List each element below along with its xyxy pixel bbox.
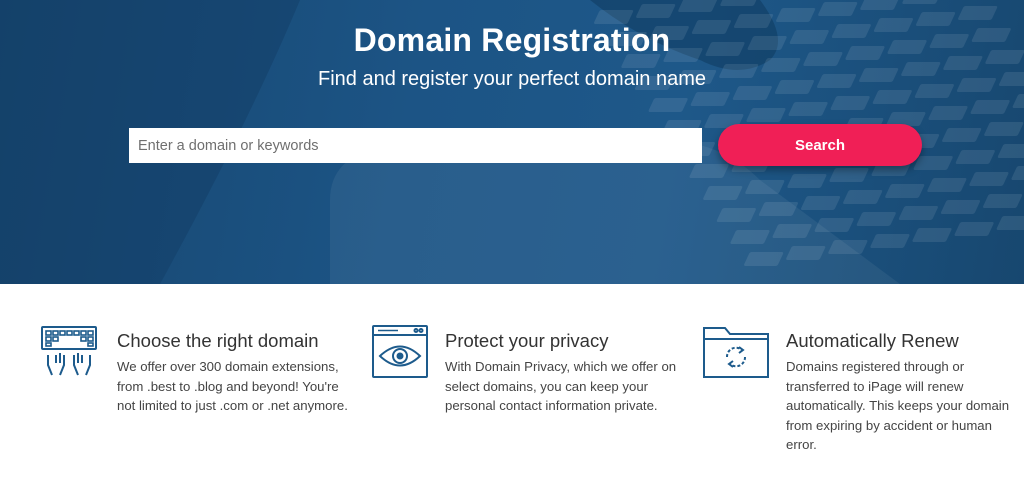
keyboard-key-shape: [636, 4, 676, 18]
feature-description: Domains registered through or transferre…: [786, 359, 1010, 452]
keyboard-key-shape: [872, 90, 912, 104]
keyboard-key-shape: [788, 102, 828, 116]
keyboard-key-shape: [678, 0, 718, 12]
keyboard-key-shape: [860, 0, 900, 10]
keyboard-key-shape: [912, 228, 952, 242]
keyboard-key-shape: [818, 2, 858, 16]
keyboard-key-shape: [1012, 94, 1024, 108]
browser-eye-icon: [372, 325, 428, 384]
keyboard-key-shape: [902, 0, 942, 4]
keyboard-key-shape: [942, 128, 982, 142]
keyboard-key-shape: [843, 190, 883, 204]
page-subtitle: Find and register your perfect domain na…: [318, 68, 706, 90]
keyboard-key-shape: [983, 194, 1023, 208]
keyboard-key-shape: [969, 172, 1009, 186]
keyboard-key-shape: [940, 200, 981, 214]
keyboard-key-shape: [716, 208, 756, 222]
keyboard-key-shape: [927, 178, 967, 192]
keyboard-key-shape: [744, 252, 784, 266]
keyboard-key-shape: [997, 144, 1024, 158]
feature-title: Protect your privacy: [445, 330, 609, 351]
keyboard-key-shape: [730, 230, 770, 244]
keyboard-key-shape: [786, 246, 826, 260]
keyboard-hands-icon: [40, 325, 98, 382]
keyboard-key-shape: [898, 206, 938, 220]
keyboard-key-shape: [648, 98, 688, 112]
keyboard-key-shape: [745, 180, 785, 194]
keyboard-key-shape: [958, 6, 998, 20]
keyboard-key-shape: [856, 212, 896, 226]
page-title: Domain Registration: [353, 22, 671, 58]
keyboard-key-shape: [690, 92, 730, 106]
keyboard-key-shape: [746, 108, 786, 122]
keyboard-key-shape: [772, 224, 812, 238]
keyboard-key-shape: [954, 222, 994, 236]
keyboard-key-shape: [996, 216, 1024, 230]
keyboard-key-shape: [829, 168, 869, 182]
keyboard-key-shape: [776, 8, 816, 22]
folder-refresh-icon: [703, 325, 769, 384]
keyboard-key-shape: [830, 96, 870, 110]
keyboard-key-shape: [984, 122, 1024, 136]
keyboard-key-shape: [955, 150, 995, 164]
keyboard-key-shape: [814, 218, 854, 232]
hero-banner: Domain Registration Find and register yo…: [0, 0, 1024, 284]
feature-title: Choose the right domain: [117, 330, 319, 351]
keyboard-key-shape: [801, 196, 841, 210]
keyboard-key-shape: [913, 156, 953, 170]
feature-description: With Domain Privacy, which we offer on s…: [445, 359, 677, 413]
domain-search-input[interactable]: [129, 128, 702, 163]
keyboard-key-shape: [970, 100, 1010, 114]
keyboard-key-shape: [787, 174, 827, 188]
keyboard-key-shape: [689, 164, 729, 178]
keyboard-key-shape: [928, 106, 968, 120]
keyboard-key-shape: [885, 184, 925, 198]
keyboard-key-shape: [703, 186, 743, 200]
search-button[interactable]: Search: [718, 124, 922, 166]
keyboard-key-shape: [828, 240, 868, 254]
feature-title: Automatically Renew: [786, 330, 959, 351]
feature-description: We offer over 300 domain extensions, fro…: [117, 359, 348, 413]
keyboard-key-shape: [1011, 166, 1024, 180]
keyboard-key-shape: [870, 234, 910, 248]
keyboard-key-shape: [758, 202, 798, 216]
